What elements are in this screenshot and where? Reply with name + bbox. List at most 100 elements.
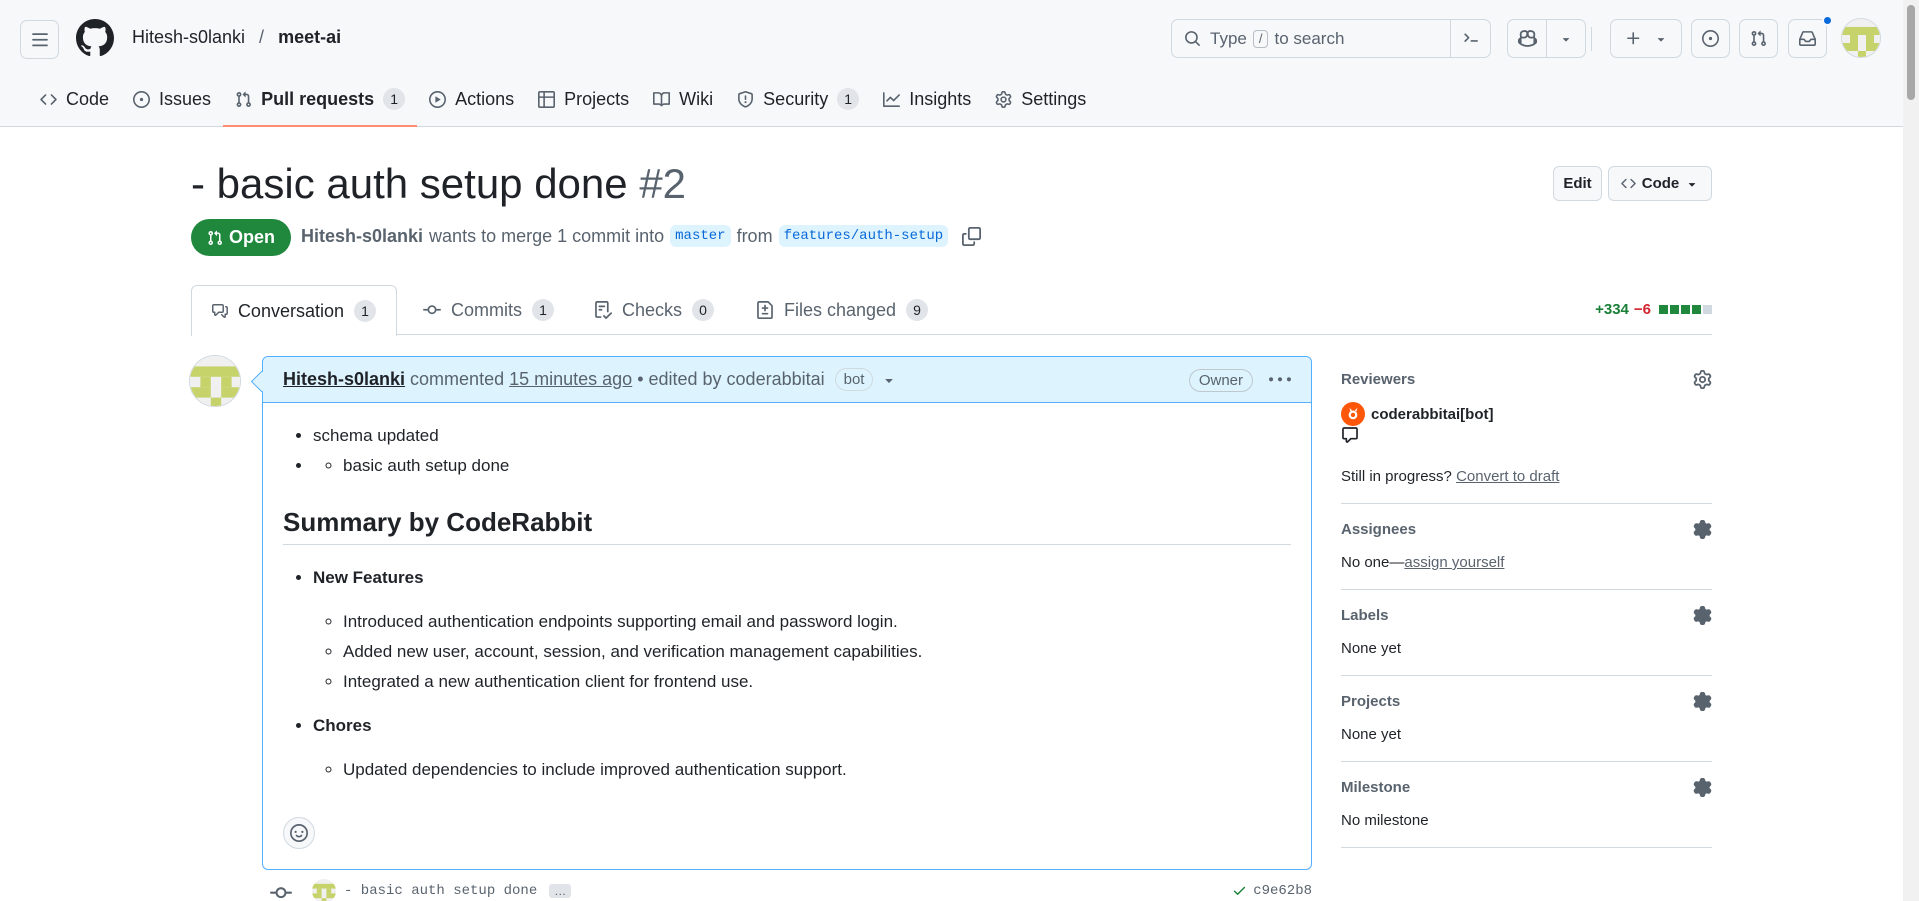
triangle-down-icon[interactable] [881,372,897,388]
edit-title-button[interactable]: Edit [1553,166,1602,201]
pr-tabs: Conversation 1 Commits 1 Checks 0 Files … [191,285,1712,336]
list-item: New Features Introduced authentication e… [313,563,1291,697]
reviewer-item[interactable]: coderabbitai[bot] [1341,402,1712,426]
pr-title: - basic auth setup done #2 [191,160,686,208]
add-reaction-button[interactable] [283,817,315,849]
search-placeholder-prefix: Type [1210,28,1247,48]
gear-icon [995,90,1012,108]
projects-value: None yet [1341,726,1402,743]
comment-edited-text[interactable]: • edited by coderabbitai [637,369,824,390]
tab-checks[interactable]: Checks 0 [574,285,734,335]
gear-icon[interactable] [1693,606,1712,625]
copilot-dropdown-button[interactable] [1547,20,1585,57]
triangle-down-icon [1562,37,1570,42]
repo-owner-link[interactable]: Hitesh-s0lanki [132,27,245,48]
check-icon[interactable] [1232,883,1247,898]
pr-number: #2 [639,160,687,207]
repo-navigation: Code Issues Pull requests 1 Actions Proj… [28,80,1098,127]
commit-message-link[interactable]: - basic auth setup done [344,883,537,899]
search-shortcut-key: / [1252,29,1269,48]
nav-projects[interactable]: Projects [526,80,641,118]
checklist-icon [595,301,612,319]
comment-timestamp-link[interactable]: 15 minutes ago [509,369,632,390]
nav-wiki[interactable]: Wiki [641,80,725,118]
header-divider [1591,27,1592,51]
reviewers-title: Reviewers [1341,371,1416,388]
repo-name-link[interactable]: meet-ai [278,27,341,48]
pr-sidebar: Reviewers coderabbitai[bot] Still in pro… [1341,370,1712,864]
tab-conversation[interactable]: Conversation 1 [191,285,397,336]
nav-pull-requests[interactable]: Pull requests 1 [223,80,418,127]
list-item: Chores Updated dependencies to include i… [313,711,1291,785]
search-placeholder-suffix: to search [1274,28,1345,48]
comment-author-link[interactable]: Hitesh-s0lanki [283,369,405,390]
copy-icon[interactable] [962,226,982,246]
repo-breadcrumb: Hitesh-s0lanki / meet-ai [132,27,341,48]
play-icon [429,90,447,108]
comment-author-avatar[interactable] [189,355,241,407]
assign-yourself-link[interactable]: assign yourself [1404,554,1504,571]
draft-prompt: Still in progress? Convert to draft [1341,468,1712,485]
nav-code-label: Code [66,88,110,109]
scrollbar-thumb[interactable] [1907,5,1915,100]
nav-actions[interactable]: Actions [417,80,526,118]
list-item: basic auth setup done [313,451,1291,481]
gear-icon[interactable] [1693,778,1712,797]
unread-notification-dot [1822,15,1833,26]
kebab-horizontal-icon[interactable] [1269,369,1291,391]
nav-code[interactable]: Code [28,80,121,118]
commit-author-avatar[interactable] [312,878,336,901]
git-pull-request-icon [236,91,252,107]
commit-sha: c9e62b8 [1232,883,1312,899]
pr-meta: Hitesh-s0lanki wants to merge 1 commit i… [301,225,982,247]
diffstat-blocks [1659,305,1712,314]
diffstat-deletions: −6 [1633,301,1651,318]
comment-action: commented [410,369,505,389]
gear-icon[interactable] [1693,692,1712,711]
comment-body: schema updated basic auth setup done Sum… [263,403,1311,785]
your-pull-requests-button[interactable] [1739,19,1778,58]
reviewers-section: Reviewers coderabbitai[bot] Still in pro… [1341,370,1712,504]
tab-conversation-label: Conversation [237,300,344,321]
assignees-value: No one—assign yourself [1341,554,1712,571]
search-input[interactable]: Type / to search [1171,19,1491,58]
nav-settings-label: Settings [1021,88,1087,109]
command-palette-button[interactable] [1450,19,1490,58]
comment-icon[interactable] [1341,426,1359,444]
copilot-button[interactable] [1508,20,1547,57]
coderabbit-avatar [1341,402,1365,426]
graph-icon [883,91,901,107]
summary-heading: Summary by CodeRabbit [283,507,1291,545]
rabbit-icon [1348,407,1358,420]
head-branch-link[interactable]: features/auth-setup [778,225,949,247]
gear-icon[interactable] [1693,520,1712,539]
user-avatar[interactable] [1841,18,1881,58]
expand-commit-button[interactable]: … [549,883,572,898]
commit-sha-link[interactable]: c9e62b8 [1253,883,1312,899]
notifications-button[interactable] [1788,19,1827,58]
nav-security[interactable]: Security 1 [725,80,871,118]
nav-wiki-label: Wiki [679,88,714,109]
convert-to-draft-link[interactable]: Convert to draft [1456,468,1559,485]
top-list: schema updated basic auth setup done [283,421,1291,481]
shield-icon [738,90,754,108]
github-logo-icon[interactable] [76,19,114,57]
pr-state-badge: Open [191,219,291,256]
code-dropdown-button[interactable]: Code [1608,166,1712,201]
hamburger-menu-button[interactable] [20,20,59,59]
gear-icon[interactable] [1693,370,1712,389]
nav-issues[interactable]: Issues [121,80,223,118]
comment-discussion-icon [212,304,228,318]
nav-insights[interactable]: Insights [871,80,983,118]
page-scrollbar[interactable] [1903,0,1919,901]
your-issues-button[interactable] [1691,19,1730,58]
nav-settings[interactable]: Settings [983,80,1098,118]
tab-files-changed[interactable]: Files changed 9 [736,285,948,335]
base-branch-link[interactable]: master [670,225,731,247]
create-new-button[interactable] [1610,19,1682,58]
pr-author-link[interactable]: Hitesh-s0lanki [301,226,423,247]
tab-commits[interactable]: Commits 1 [403,285,574,335]
diffstat-additions: +334 [1595,301,1629,318]
hamburger-icon [31,32,48,46]
terminal-icon [1464,33,1478,42]
